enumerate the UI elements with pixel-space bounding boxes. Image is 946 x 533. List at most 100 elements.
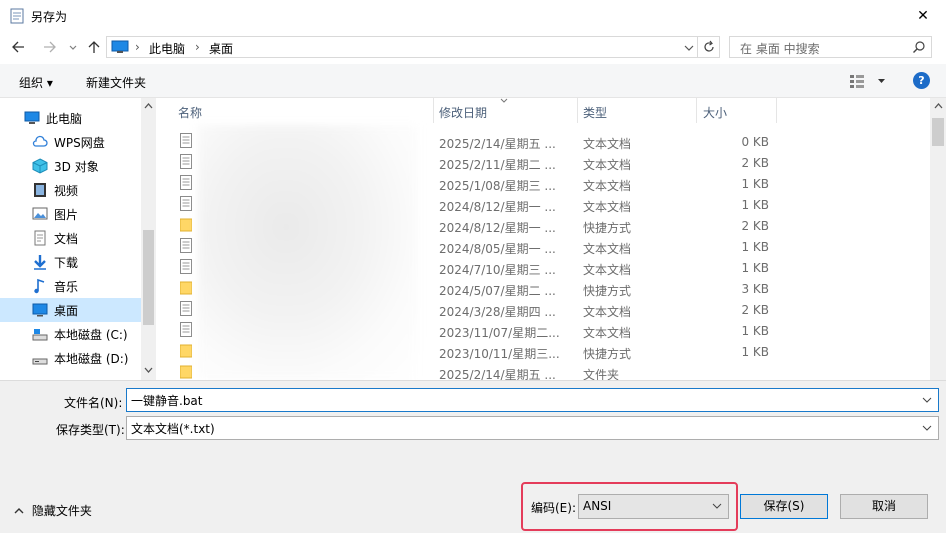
cell-type: 文本文档 — [583, 263, 632, 277]
search-icon — [913, 41, 925, 53]
refresh-button[interactable] — [698, 36, 720, 58]
text-file-icon — [180, 175, 192, 190]
navigation-pane: 此电脑 WPS网盘 3D 对象 视频 图片 文档 下载 音乐 桌面 本地磁盘 (… — [0, 98, 156, 380]
nav-item-label: 此电脑 — [46, 111, 83, 126]
column-divider[interactable] — [433, 98, 434, 123]
text-file-icon — [180, 259, 192, 274]
new-folder-button[interactable]: 新建文件夹 — [86, 74, 146, 91]
text-file-icon — [180, 322, 192, 337]
cell-size: 1 KB — [741, 240, 769, 254]
chevron-down-icon[interactable] — [143, 366, 154, 374]
drive-icon — [32, 329, 48, 341]
column-header-modified[interactable]: 修改日期 — [439, 104, 487, 121]
cube-icon — [32, 158, 48, 174]
back-arrow-icon[interactable] — [8, 37, 30, 57]
search-input[interactable]: 在 桌面 中搜索 — [729, 36, 932, 58]
picture-icon — [32, 207, 48, 220]
column-header-name[interactable]: 名称 — [178, 104, 202, 121]
text-file-icon — [180, 196, 192, 211]
shortcut-icon — [180, 344, 192, 358]
breadcrumb-desktop[interactable]: 桌面 — [209, 40, 233, 57]
music-icon — [34, 278, 45, 294]
column-divider[interactable] — [696, 98, 697, 123]
title-bar — [0, 0, 946, 32]
cancel-button[interactable]: 取消 — [840, 494, 928, 519]
save-button[interactable]: 保存(S) — [740, 494, 828, 519]
desktop-icon — [32, 303, 48, 317]
folder-icon — [180, 365, 192, 379]
nav-item-music[interactable]: 音乐 — [0, 274, 141, 298]
view-options-icon[interactable] — [848, 73, 888, 89]
nav-item-drive-c[interactable]: 本地磁盘 (C:) — [0, 322, 141, 346]
help-button[interactable]: ? — [913, 72, 930, 89]
chevron-up-icon[interactable] — [143, 102, 154, 110]
nav-item-label: 下载 — [54, 255, 79, 270]
cell-type: 快捷方式 — [583, 284, 632, 298]
chevron-down-icon — [922, 425, 932, 431]
nav-item-label: 3D 对象 — [54, 159, 99, 174]
sort-chevron-icon — [500, 98, 508, 103]
organize-button[interactable]: 组织 ▾ — [19, 74, 53, 91]
video-icon — [34, 183, 46, 197]
cell-type: 文本文档 — [583, 137, 632, 151]
cell-modified: 2025/2/11/星期二 ... — [439, 158, 556, 172]
cell-modified: 2024/8/12/星期一 ... — [439, 200, 556, 214]
cell-modified: 2025/2/14/星期五 ... — [439, 137, 556, 151]
shortcut-icon — [180, 218, 192, 232]
nav-item-documents[interactable]: 文档 — [0, 226, 141, 250]
address-bar[interactable]: › 此电脑 › 桌面 — [106, 36, 698, 58]
hide-folders-toggle[interactable]: 隐藏文件夹 — [14, 502, 92, 519]
nav-item-videos[interactable]: 视频 — [0, 178, 141, 202]
nav-item-drive-d[interactable]: 本地磁盘 (D:) — [0, 346, 141, 370]
up-arrow-icon[interactable] — [84, 37, 104, 57]
document-icon — [34, 230, 46, 246]
cell-size: 3 KB — [741, 282, 769, 296]
cell-modified: 2024/3/28/星期四 ... — [439, 305, 556, 319]
drive-icon — [32, 358, 48, 365]
encoding-value: ANSI — [583, 499, 612, 513]
column-header-type[interactable]: 类型 — [583, 104, 607, 121]
chevron-down-icon[interactable] — [680, 37, 698, 57]
cell-type: 文件夹 — [583, 368, 620, 380]
chevron-up-icon — [14, 508, 24, 514]
breadcrumb-separator: › — [135, 40, 140, 54]
chevron-up-icon[interactable] — [933, 102, 944, 110]
cell-modified: 2025/2/14/星期五 ... — [439, 368, 556, 380]
nav-item-desktop[interactable]: 桌面 — [0, 298, 141, 322]
cell-type: 文本文档 — [583, 158, 632, 172]
cell-modified: 2024/7/10/星期三 ... — [439, 263, 556, 277]
column-divider[interactable] — [577, 98, 578, 123]
chevron-down-icon[interactable] — [922, 397, 932, 403]
chevron-down-icon[interactable] — [66, 37, 80, 57]
nav-item-downloads[interactable]: 下载 — [0, 250, 141, 274]
cell-modified: 2023/11/07/星期二... — [439, 326, 560, 340]
breadcrumb-this-pc[interactable]: 此电脑 — [149, 40, 185, 57]
window-title: 另存为 — [31, 10, 68, 24]
download-icon — [34, 255, 46, 270]
file-list-scroll-thumb[interactable] — [932, 118, 944, 146]
filetype-select[interactable]: 文本文档(*.txt) — [126, 416, 939, 440]
nav-item-label: 本地磁盘 (C:) — [54, 327, 128, 342]
nav-item-this-pc[interactable]: 此电脑 — [0, 106, 141, 130]
text-file-icon — [180, 301, 192, 316]
cell-type: 文本文档 — [583, 179, 632, 193]
cell-modified: 2024/8/05/星期一 ... — [439, 242, 556, 256]
encoding-select[interactable]: ANSI — [578, 494, 729, 519]
column-divider[interactable] — [776, 98, 777, 123]
toolbar: 组织 ▾ 新建文件夹 ? — [0, 64, 946, 98]
text-file-icon — [180, 133, 192, 148]
nav-item-3d-objects[interactable]: 3D 对象 — [0, 154, 141, 178]
forward-arrow-icon[interactable] — [38, 37, 60, 57]
shortcut-icon — [180, 281, 192, 295]
cell-modified: 2025/1/08/星期三 ... — [439, 179, 556, 193]
nav-item-label: 桌面 — [54, 303, 79, 318]
nav-item-pictures[interactable]: 图片 — [0, 202, 141, 226]
filetype-value: 文本文档(*.txt) — [131, 422, 215, 436]
filename-input[interactable]: 一键静音.bat — [126, 388, 939, 412]
cell-modified: 2023/10/11/星期三... — [439, 347, 560, 361]
nav-item-wps-cloud[interactable]: WPS网盘 — [0, 130, 141, 154]
hide-folders-label: 隐藏文件夹 — [31, 504, 92, 518]
column-header-size[interactable]: 大小 — [703, 104, 727, 121]
close-button[interactable]: ✕ — [900, 0, 946, 32]
nav-scroll-thumb[interactable] — [143, 230, 154, 325]
